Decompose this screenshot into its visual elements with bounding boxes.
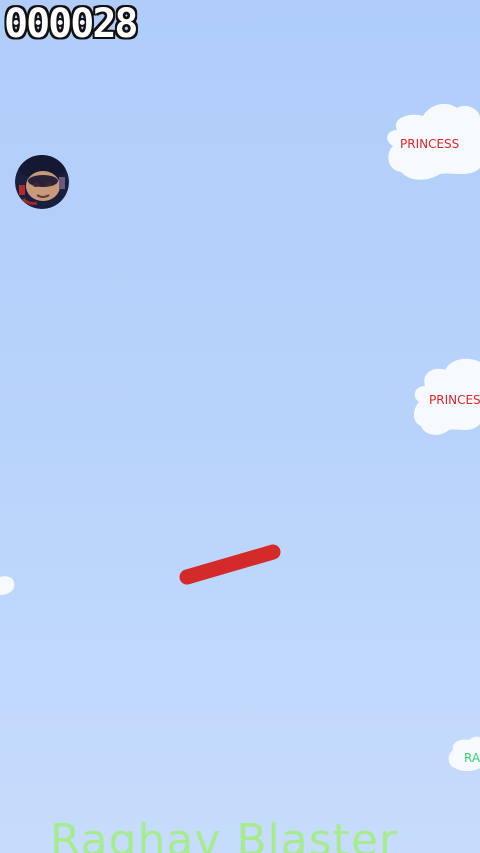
player-avatar[interactable] [15, 155, 69, 209]
cloud-label: RA [464, 751, 480, 765]
cloud-platform: PRINCES [413, 356, 480, 436]
score-counter: 000028 [4, 1, 138, 47]
cloud-platform: RA [447, 736, 480, 772]
cloud-shape [0, 576, 15, 595]
cloud-platform: PRINCESS [385, 100, 480, 182]
cloud-platform [0, 575, 16, 597]
cloud-label: PRINCESS [400, 137, 460, 151]
game-canvas[interactable]: 000028 PRINCESS PRINCES RA Raghav Blaste… [0, 0, 480, 853]
player-face-icon [15, 155, 69, 209]
cloud-label: PRINCES [429, 393, 480, 407]
game-title: Raghav Blaster [50, 815, 399, 853]
